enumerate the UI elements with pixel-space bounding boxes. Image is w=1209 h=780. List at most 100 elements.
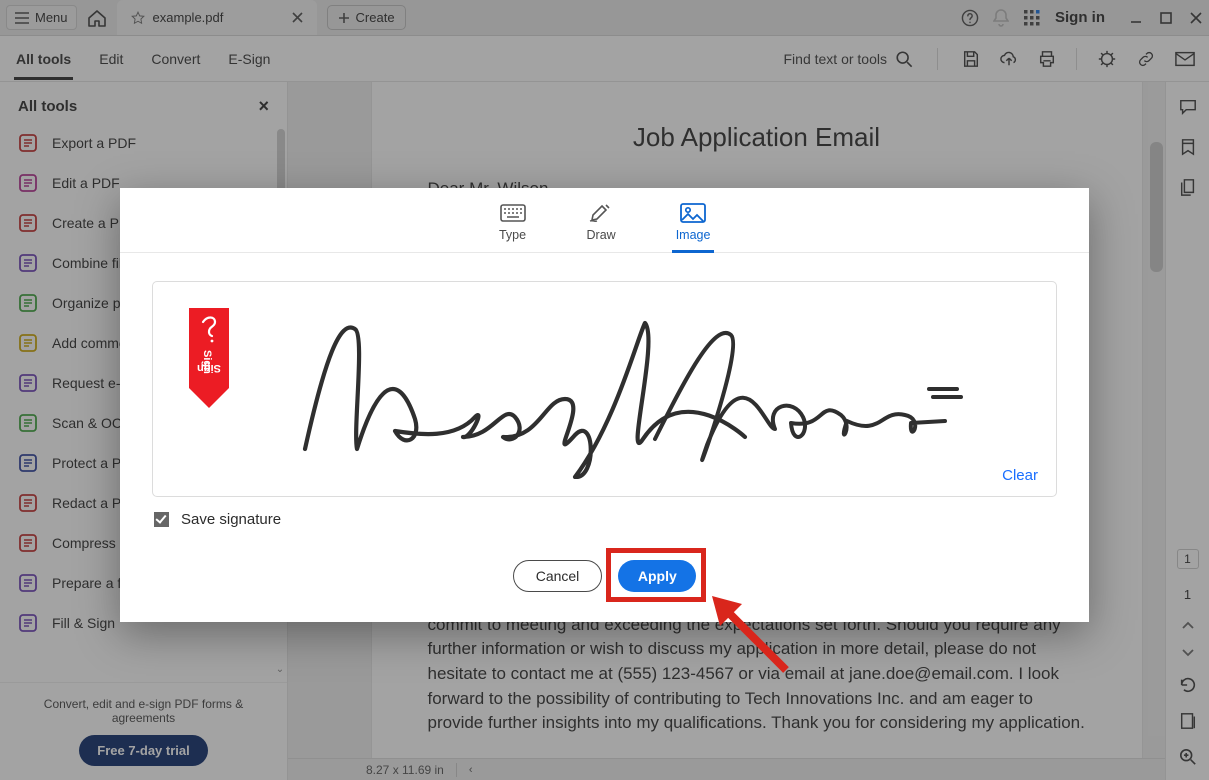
page-display-button[interactable]: [1179, 712, 1197, 730]
keyboard-icon: [499, 202, 527, 224]
minimize-icon: [1129, 11, 1143, 25]
page-total: 1: [1184, 587, 1191, 602]
page-number-input[interactable]: 1: [1177, 549, 1199, 569]
signature-tab-type[interactable]: Type: [493, 200, 533, 244]
compress-icon: [18, 533, 38, 553]
signature-mode-tabs: Type Draw Image: [120, 188, 1089, 253]
organize-icon: [18, 293, 38, 313]
rotate-button[interactable]: [1179, 676, 1197, 694]
email-button[interactable]: [1175, 51, 1195, 67]
page-down-button[interactable]: [1181, 648, 1195, 658]
tab-close-button[interactable]: [292, 12, 303, 23]
chevron-up-icon: [1181, 620, 1195, 630]
page-size-label: 8.27 x 11.69 in: [366, 763, 444, 777]
edit-pdf-icon: [18, 173, 38, 193]
statusbar: 8.27 x 11.69 in ‹: [288, 758, 1165, 780]
free-trial-button[interactable]: Free 7-day trial: [79, 735, 208, 766]
find-button[interactable]: Find text or tools: [784, 50, 914, 68]
sign-in-button[interactable]: Sign in: [1055, 9, 1105, 26]
statusbar-prev[interactable]: ‹: [469, 764, 473, 776]
create-label: Create: [356, 10, 395, 25]
sidebar-close-button[interactable]: ×: [258, 96, 269, 117]
plus-icon: [338, 12, 350, 24]
rotate-icon: [1179, 676, 1197, 694]
create-button[interactable]: Create: [327, 5, 406, 30]
sidebar-item-label: Edit a PDF: [52, 175, 120, 191]
close-icon: [292, 12, 303, 23]
prepare-form-icon: [18, 573, 38, 593]
sign-flag: Sign Sign: [189, 308, 229, 410]
tab-all-tools[interactable]: All tools: [14, 39, 73, 79]
signature-tab-image[interactable]: Image: [670, 200, 717, 244]
cloud-upload-icon: [1000, 50, 1018, 68]
comments-icon: [18, 333, 38, 353]
menu-button[interactable]: Menu: [6, 5, 77, 30]
save-icon: [962, 50, 980, 68]
create-pdf-icon: [18, 213, 38, 233]
scan-ocr-icon: [18, 413, 38, 433]
sidebar-footer-text: Convert, edit and e-sign PDF forms & agr…: [14, 697, 273, 725]
signature-modal: Type Draw Image Sign Sign: [120, 188, 1089, 622]
menu-label: Menu: [35, 10, 68, 25]
toolbar: All tools Edit Convert E-Sign Find text …: [0, 36, 1209, 82]
window-maximize-button[interactable]: [1159, 11, 1173, 25]
sign-flag-label: Sign: [201, 350, 213, 374]
close-icon: [1189, 11, 1203, 25]
image-icon: [679, 202, 707, 224]
apps-button[interactable]: [1023, 9, 1041, 27]
save-button[interactable]: [962, 50, 980, 68]
sidebar-item-label: Export a PDF: [52, 135, 136, 151]
link-icon: [1137, 50, 1155, 68]
document-title: Job Application Email: [428, 122, 1086, 153]
sidebar-scroll-down[interactable]: ⌄: [275, 664, 285, 676]
print-icon: [1038, 50, 1056, 68]
titlebar-right: Sign in: [961, 9, 1203, 27]
ai-assist-button[interactable]: [1097, 49, 1117, 69]
fill-sign-icon: [18, 613, 38, 633]
window-minimize-button[interactable]: [1129, 11, 1143, 25]
signature-tab-draw[interactable]: Draw: [581, 200, 622, 244]
right-rail: 1 1: [1165, 82, 1209, 780]
pages-icon: [1179, 178, 1197, 196]
bookmark-ribbon-icon: [1179, 138, 1197, 156]
save-signature-label: Save signature: [181, 511, 281, 528]
tab-edit[interactable]: Edit: [97, 39, 125, 79]
signature-preview: Sign Sign Clear: [152, 281, 1057, 497]
export-pdf-icon: [18, 133, 38, 153]
print-button[interactable]: [1038, 50, 1056, 68]
tab-esign[interactable]: E-Sign: [226, 39, 272, 79]
mail-icon: [1175, 51, 1195, 67]
zoom-button[interactable]: [1179, 748, 1197, 766]
combine-icon: [18, 253, 38, 273]
upload-button[interactable]: [1000, 50, 1018, 68]
notifications-button[interactable]: [993, 9, 1009, 27]
modal-footer: Cancel Apply: [120, 538, 1089, 622]
window-close-button[interactable]: [1189, 11, 1203, 25]
help-button[interactable]: [961, 9, 979, 27]
separator: [1076, 48, 1077, 70]
sidebar-footer: Convert, edit and e-sign PDF forms & agr…: [0, 682, 287, 780]
cancel-button[interactable]: Cancel: [513, 560, 603, 592]
protect-icon: [18, 453, 38, 473]
document-tab[interactable]: example.pdf: [117, 0, 317, 35]
pen-draw-icon: [587, 202, 615, 224]
tab-title: example.pdf: [153, 10, 224, 25]
tab-convert[interactable]: Convert: [149, 39, 202, 79]
page-up-button[interactable]: [1181, 620, 1195, 630]
comments-panel-button[interactable]: [1179, 98, 1197, 116]
bookmarks-panel-button[interactable]: [1179, 138, 1197, 156]
clear-signature-button[interactable]: Clear: [1002, 467, 1038, 484]
sidebar-item-export-a-pdf[interactable]: Export a PDF: [0, 123, 277, 163]
apply-highlight-annotation: [606, 548, 706, 602]
home-button[interactable]: [81, 3, 113, 33]
sparkle-gear-icon: [1097, 49, 1117, 69]
zoom-in-icon: [1179, 748, 1197, 766]
find-label: Find text or tools: [784, 51, 888, 67]
vertical-scrollbar[interactable]: [1148, 82, 1165, 736]
save-signature-checkbox[interactable]: [154, 512, 169, 527]
page-layout-icon: [1179, 712, 1197, 730]
scrollbar-thumb[interactable]: [1150, 142, 1163, 272]
link-button[interactable]: [1137, 50, 1155, 68]
tab-label-draw: Draw: [587, 228, 616, 242]
thumbnails-panel-button[interactable]: [1179, 178, 1197, 196]
